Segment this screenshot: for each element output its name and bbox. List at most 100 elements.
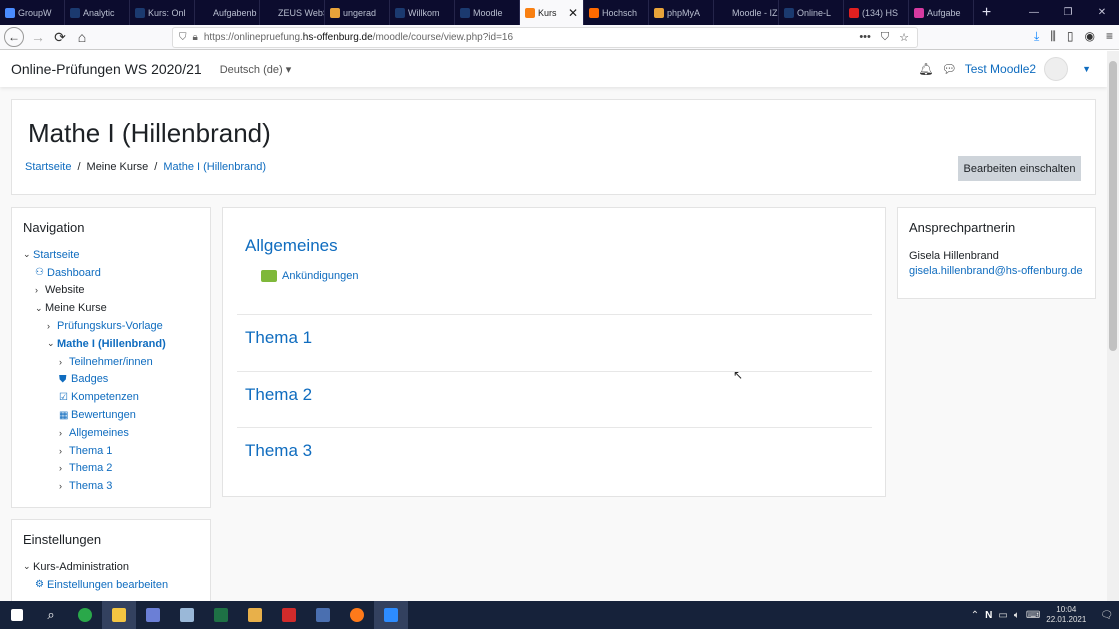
file-explorer-icon[interactable]: [102, 601, 136, 629]
nav-chevron-icon[interactable]: ⌄: [35, 303, 45, 314]
browser-tab[interactable]: GroupW: [0, 0, 65, 25]
browser-tab[interactable]: Online-L: [779, 0, 844, 25]
nav-chevron-icon[interactable]: ›: [59, 428, 69, 438]
browser-tab[interactable]: (134) HS: [844, 0, 909, 25]
forward-icon[interactable]: →: [27, 26, 49, 48]
nav-chevron-icon[interactable]: ›: [47, 321, 57, 331]
browser-tab[interactable]: Kurs ✕: [520, 0, 584, 25]
browser-tab[interactable]: ZEUS WebSe: [260, 0, 325, 25]
browser-tab[interactable]: ungerad: [325, 0, 390, 25]
browser-tab[interactable]: Kurs: Onl: [130, 0, 195, 25]
account-icon[interactable]: ◉: [1085, 29, 1095, 44]
notepad-icon[interactable]: [170, 601, 204, 629]
messages-chat-icon[interactable]: 💬︎: [941, 62, 956, 76]
notifications-bell-icon[interactable]: 🔔︎: [918, 62, 933, 76]
nav-item[interactable]: › Teilnehmer/innen: [23, 353, 166, 371]
home-icon[interactable]: ⌂: [71, 26, 93, 48]
nav-item-label[interactable]: Teilnehmer/innen: [69, 356, 153, 368]
tray-app-icon[interactable]: N: [985, 610, 992, 621]
browser-tab[interactable]: Analytic: [65, 0, 130, 25]
media-app-icon[interactable]: [238, 601, 272, 629]
nav-item-label[interactable]: Kompetenzen: [71, 391, 139, 403]
download-icon[interactable]: ⤓: [1034, 29, 1039, 44]
edit-mode-button[interactable]: Bearbeiten einschalten: [958, 156, 1081, 181]
zoom-icon[interactable]: [374, 601, 408, 629]
language-menu[interactable]: Deutsch (de) ▾: [220, 63, 292, 76]
nav-chevron-icon[interactable]: ⌄: [47, 338, 57, 349]
new-tab-button[interactable]: +: [974, 0, 999, 25]
user-menu-chevron-icon[interactable]: ▼: [1082, 64, 1091, 74]
page-actions-icon[interactable]: •••: [859, 31, 871, 44]
nav-item[interactable]: ⚇ Dashboard: [23, 264, 166, 282]
scrollbar-thumb[interactable]: [1109, 61, 1117, 351]
keyboard-icon[interactable]: ⌨: [1026, 610, 1040, 621]
address-bar[interactable]: ⛉ 🔒︎ https://onlinepruefung.hs-offenburg…: [172, 27, 918, 48]
nav-chevron-icon[interactable]: ›: [59, 463, 69, 473]
sidebar-icon[interactable]: ▯: [1067, 29, 1074, 44]
nav-item[interactable]: ☑ Kompetenzen: [23, 388, 166, 406]
battery-icon[interactable]: ▭: [998, 610, 1007, 621]
volume-icon[interactable]: 🔈︎: [1014, 610, 1020, 621]
forum-activity[interactable]: Ankündigungen: [261, 270, 358, 282]
breadcrumb-my-courses[interactable]: Meine Kurse: [87, 161, 149, 173]
nav-item[interactable]: ⌄ Startseite: [23, 246, 166, 264]
nav-item-label[interactable]: Meine Kurse: [45, 302, 107, 314]
close-window-icon[interactable]: ✕: [1085, 0, 1119, 25]
close-tab-icon[interactable]: ✕: [568, 6, 578, 20]
user-name[interactable]: Test Moodle2: [965, 62, 1036, 76]
bookmark-star-icon[interactable]: ☆: [899, 31, 909, 44]
nav-item[interactable]: › Thema 2: [23, 460, 166, 478]
browser-tab[interactable]: Moodle - IZ: [714, 0, 779, 25]
acrobat-icon[interactable]: [272, 601, 306, 629]
nav-item[interactable]: › Allgemeines: [23, 424, 166, 442]
nav-chevron-icon[interactable]: ›: [59, 481, 69, 491]
nav-item-label[interactable]: Badges: [71, 373, 108, 385]
nav-item-label[interactable]: Startseite: [33, 249, 79, 261]
nav-item-label[interactable]: Dashboard: [47, 267, 101, 279]
back-icon[interactable]: ←: [4, 27, 24, 47]
nav-item-label[interactable]: Thema 1: [69, 445, 112, 457]
nav-item-label[interactable]: Thema 2: [69, 462, 112, 474]
clock[interactable]: 10:04 22.01.2021: [1046, 605, 1086, 625]
nav-item[interactable]: ⌄ Mathe I (Hillenbrand): [23, 335, 166, 353]
nav-chevron-icon[interactable]: ›: [59, 357, 69, 367]
browser-tab[interactable]: phpMyA: [649, 0, 714, 25]
minimize-icon[interactable]: —: [1017, 0, 1051, 25]
pocket-icon[interactable]: ⛉: [881, 31, 889, 44]
library-icon[interactable]: ⫼: [1050, 29, 1056, 44]
forum-link[interactable]: Ankündigungen: [282, 270, 358, 282]
section-title-topic-1[interactable]: Thema 1: [245, 328, 312, 348]
section-title-general[interactable]: Allgemeines: [245, 236, 338, 256]
nav-item[interactable]: ⛊ Badges: [23, 371, 166, 389]
browser-tab[interactable]: Moodle: [455, 0, 520, 25]
nav-item-label[interactable]: Mathe I (Hillenbrand): [57, 338, 166, 350]
nav-chevron-icon[interactable]: ⌄: [23, 249, 33, 260]
nav-item[interactable]: ⌄ Kurs-Administration: [23, 558, 168, 576]
nav-chevron-icon[interactable]: ›: [35, 285, 45, 295]
section-title-topic-3[interactable]: Thema 3: [245, 441, 312, 461]
tray-chevron-up-icon[interactable]: ⌃: [971, 610, 979, 621]
windows-start-icon[interactable]: [0, 601, 34, 629]
search-icon[interactable]: ⌕: [34, 601, 68, 629]
nav-chevron-icon[interactable]: ›: [59, 446, 69, 456]
breadcrumb-home[interactable]: Startseite: [25, 161, 71, 173]
nav-item[interactable]: ⚙ Einstellungen bearbeiten: [23, 576, 168, 594]
lock-icon[interactable]: 🔒︎: [193, 32, 198, 43]
contact-email[interactable]: gisela.hillenbrand@hs-offenburg.de: [909, 265, 1083, 277]
browser-tab[interactable]: Aufgabe: [909, 0, 974, 25]
nav-item-label[interactable]: Bewertungen: [71, 409, 136, 421]
section-title-topic-2[interactable]: Thema 2: [245, 385, 312, 405]
nav-item-label[interactable]: Website: [45, 284, 85, 296]
browser-tab[interactable]: Willkom: [390, 0, 455, 25]
firefox-icon[interactable]: [340, 601, 374, 629]
network-app-icon[interactable]: [136, 601, 170, 629]
nav-item-label[interactable]: Allgemeines: [69, 427, 129, 439]
nav-item-label[interactable]: Prüfungskurs-Vorlage: [57, 320, 163, 332]
nav-item[interactable]: ▦ Bewertungen: [23, 406, 166, 424]
notification-center-icon[interactable]: 🗨︎: [1100, 610, 1113, 621]
nav-item[interactable]: › Thema 1: [23, 442, 166, 460]
remote-app-icon[interactable]: [306, 601, 340, 629]
shield-icon[interactable]: ⛉: [179, 32, 187, 43]
browser-tab[interactable]: Aufgabenb: [195, 0, 260, 25]
maximize-icon[interactable]: ❐: [1051, 0, 1085, 25]
